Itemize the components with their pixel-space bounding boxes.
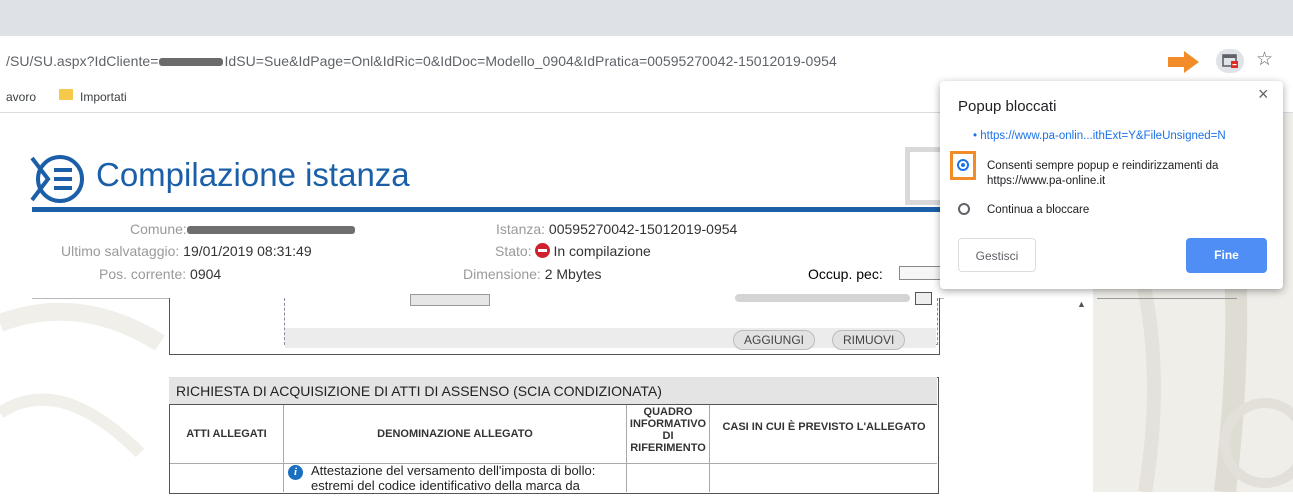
aggiungi-button[interactable]: AGGIUNGI (733, 330, 816, 350)
stato-row: Stato: In compilazione (495, 243, 651, 259)
bookmark-item[interactable]: avoro (6, 90, 36, 104)
info-icon[interactable]: i (288, 465, 303, 480)
redacted-id (159, 58, 224, 67)
folder-icon (59, 89, 73, 100)
redacted-comune (186, 226, 355, 235)
istanza-row: Istanza: 00595270042-15012019-0954 (496, 221, 738, 237)
occup-pec-label: Occup. pec: (808, 266, 883, 282)
dimensione-row: Dimensione: 2 Mbytes (463, 266, 602, 282)
column-divider (709, 405, 710, 492)
table-title: RICHIESTA DI ACQUISIZIONE DI ATTI DI ASS… (169, 377, 937, 405)
blocked-popup-link[interactable]: • https://www.pa-onlin...ithExt=Y&FileUn… (973, 130, 1226, 142)
occup-pec-bar (899, 266, 945, 280)
radio-allow[interactable] (957, 159, 969, 171)
posizione-row: Pos. corrente: 0904 (99, 266, 222, 282)
small-square-control[interactable] (915, 292, 932, 305)
header-atti-allegati: ATTI ALLEGATI (186, 428, 267, 440)
radio-block[interactable] (958, 203, 970, 215)
bookmark-item-importati[interactable]: Importati (80, 90, 127, 104)
dialog-title: Popup bloccati (958, 98, 1057, 115)
manage-button[interactable]: Gestisci (958, 238, 1036, 272)
scroll-up-icon[interactable]: ▲ (1077, 299, 1086, 309)
comune-row: Comune: (130, 221, 355, 237)
header-quadro: QUADRO INFORMATIVO DI RIFERIMENTO (629, 406, 707, 454)
title-divider (32, 207, 944, 212)
faded-control (735, 294, 910, 302)
popup-blocked-icon[interactable] (1216, 49, 1244, 73)
header-denominazione: DENOMINAZIONE ALLEGATO (377, 428, 533, 440)
header-casi: CASI IN CUI È PREVISTO L'ALLEGATO (722, 421, 926, 433)
close-icon[interactable]: × (1258, 84, 1269, 105)
ultimo-salvataggio-row: Ultimo salvataggio: 19/01/2019 08:31:49 (61, 243, 312, 259)
orange-arrow-icon (1168, 51, 1199, 73)
rimuovi-button[interactable]: RIMUOVI (832, 330, 906, 350)
stop-icon (535, 243, 551, 258)
done-button[interactable]: Fine (1186, 238, 1267, 273)
right-divider (1097, 298, 1237, 299)
option-allow-label[interactable]: Consenti sempre popup e reindirizzamenti… (987, 159, 1262, 189)
option-block-label[interactable]: Continua a bloccare (987, 203, 1089, 218)
url-text[interactable]: /SU/SU.aspx?IdCliente= IdSU=Sue&IdPage=On… (6, 53, 837, 69)
page-title: Compilazione istanza (96, 156, 410, 193)
file-select-button[interactable] (410, 294, 490, 306)
table-row-text: Attestazione del versamento dell'imposta… (311, 463, 596, 493)
logo-icon (30, 155, 84, 203)
bookmark-star-icon[interactable]: ☆ (1256, 48, 1273, 71)
column-divider (283, 405, 284, 492)
tab-strip (0, 0, 1293, 36)
